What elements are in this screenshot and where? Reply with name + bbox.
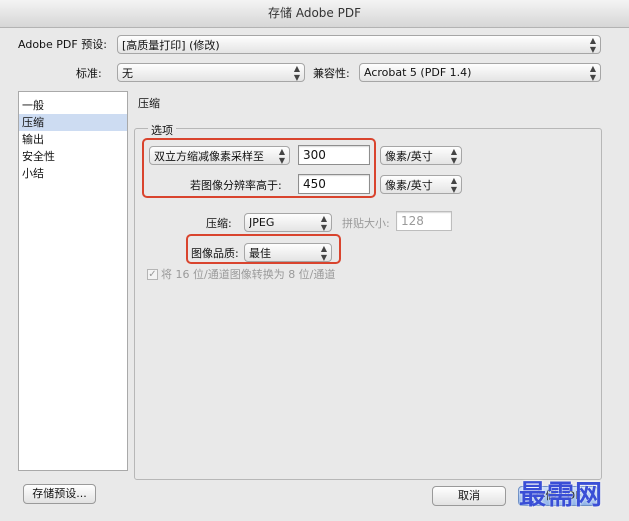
threshold-unit-value: 像素/英寸: [385, 178, 433, 192]
preset-row: Adobe PDF 预设:: [18, 36, 107, 52]
updown-arrows-icon: ▲ ▼: [589, 35, 596, 54]
window-title: 存储 Adobe PDF: [268, 6, 361, 20]
standard-label: 标准:: [76, 67, 102, 80]
convert-16bit-label: 将 16 位/通道图像转换为 8 位/通道: [161, 268, 336, 281]
standard-row: 标准:: [76, 65, 102, 81]
updown-arrows-icon: ▲ ▼: [293, 63, 300, 82]
compatibility-value: Acrobat 5 (PDF 1.4): [364, 66, 472, 79]
tile-size-input[interactable]: 128: [396, 211, 452, 231]
sidebar-item-compression[interactable]: 压缩: [19, 114, 127, 131]
updown-arrows-icon: ▲ ▼: [320, 213, 327, 232]
save-preset-button[interactable]: 存储预设...: [23, 484, 96, 504]
compression-value: JPEG: [249, 216, 275, 229]
tile-size-row: 拼贴大小:: [342, 215, 390, 231]
section-title: 压缩: [138, 97, 160, 110]
watermark-logo: 最需网: [519, 480, 603, 511]
sidebar-item-security[interactable]: 安全性: [19, 148, 127, 165]
convert-16bit-row[interactable]: ✓ 将 16 位/通道图像转换为 8 位/通道: [147, 266, 335, 282]
tile-size-label: 拼贴大小:: [342, 217, 390, 230]
sidebar-item-general[interactable]: 一般: [19, 97, 127, 114]
compatibility-label: 兼容性:: [313, 67, 350, 80]
compatibility-row: 兼容性:: [313, 65, 350, 81]
window-titlebar: 存储 Adobe PDF: [0, 0, 629, 28]
updown-arrows-icon: ▲ ▼: [450, 175, 457, 194]
compression-select[interactable]: JPEG ▲ ▼: [244, 213, 332, 232]
downsample-unit-value: 像素/英寸: [385, 149, 433, 163]
checkmark-icon[interactable]: ✓: [147, 268, 158, 280]
compatibility-select[interactable]: Acrobat 5 (PDF 1.4) ▲ ▼: [359, 63, 601, 82]
preset-select[interactable]: [高质量打印] (修改) ▲ ▼: [117, 35, 601, 54]
downsample-unit-select[interactable]: 像素/英寸 ▲ ▼: [380, 146, 462, 165]
updown-arrows-icon: ▲ ▼: [589, 63, 596, 82]
updown-arrows-icon: ▲ ▼: [450, 146, 457, 165]
category-sidebar: 一般 压缩 输出 安全性 小结: [18, 91, 128, 471]
cancel-button[interactable]: 取消: [432, 486, 506, 506]
standard-value: 无: [122, 66, 133, 80]
compression-label: 压缩:: [206, 217, 232, 230]
preset-value: [高质量打印] (修改): [122, 38, 220, 52]
sidebar-item-summary[interactable]: 小结: [19, 165, 127, 182]
options-legend: 选项: [148, 122, 176, 138]
standard-select[interactable]: 无 ▲ ▼: [117, 63, 305, 82]
sidebar-item-output[interactable]: 输出: [19, 131, 127, 148]
preset-label: Adobe PDF 预设:: [18, 38, 107, 51]
threshold-unit-select[interactable]: 像素/英寸 ▲ ▼: [380, 175, 462, 194]
highlight-downsample: [142, 138, 376, 198]
compression-row: 压缩:: [206, 215, 232, 231]
highlight-image-quality: [186, 234, 341, 264]
